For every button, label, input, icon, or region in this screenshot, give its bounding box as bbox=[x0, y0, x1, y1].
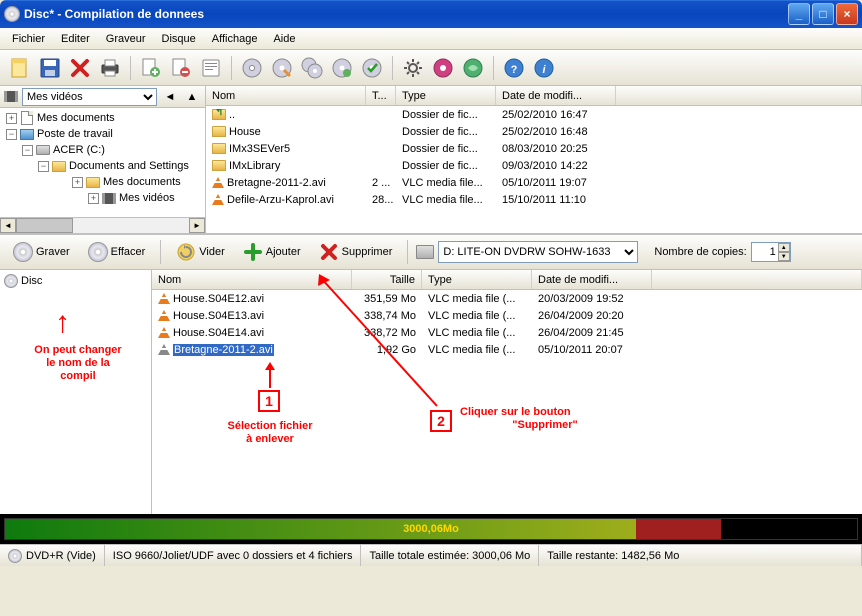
copies-label: Nombre de copies: bbox=[654, 246, 746, 258]
empty-button[interactable]: Vider bbox=[169, 238, 231, 266]
tree-node[interactable]: Poste de travail bbox=[37, 128, 113, 140]
tree-hscrollbar[interactable]: ◄► bbox=[0, 217, 205, 233]
about-button[interactable]: i bbox=[530, 54, 558, 82]
erase-compilation-button[interactable]: Effacer bbox=[81, 238, 153, 266]
copy-disc-button[interactable] bbox=[298, 54, 326, 82]
doc-remove-button[interactable] bbox=[167, 54, 195, 82]
remove-button[interactable]: Supprimer bbox=[312, 238, 400, 266]
properties-button[interactable] bbox=[197, 54, 225, 82]
menu-disc[interactable]: Disque bbox=[154, 31, 204, 47]
burn-compilation-button[interactable]: Graver bbox=[6, 238, 77, 266]
list-item[interactable]: House.S04E13.avi338,74 MoVLC media file … bbox=[152, 307, 862, 324]
disc-capacity-bar: 3000,06Mo bbox=[0, 514, 862, 544]
list-item[interactable]: House.S04E12.avi351,59 MoVLC media file … bbox=[152, 290, 862, 307]
disc-tree-pane[interactable]: Disc bbox=[0, 270, 152, 514]
tool2-button[interactable] bbox=[429, 54, 457, 82]
disc-root-node[interactable]: Disc bbox=[4, 274, 147, 288]
file-icon bbox=[158, 327, 170, 338]
save-button[interactable] bbox=[36, 54, 64, 82]
svg-text:?: ? bbox=[511, 64, 518, 76]
copies-spin-buttons[interactable]: ▲▼ bbox=[778, 243, 790, 261]
menu-edit[interactable]: Editer bbox=[53, 31, 98, 47]
list-item[interactable]: Bretagne-2011-2.avi1,92 GoVLC media file… bbox=[152, 341, 862, 358]
settings-button[interactable] bbox=[399, 54, 427, 82]
print-button[interactable] bbox=[96, 54, 124, 82]
drive-select[interactable]: D: LITE-ON DVDRW SOHW-1633 bbox=[438, 241, 638, 263]
app-icon bbox=[4, 6, 20, 22]
menu-file[interactable]: Fichier bbox=[4, 31, 53, 47]
file-icon bbox=[212, 126, 226, 137]
status-filesystem: ISO 9660/Joliet/UDF avec 0 dossiers et 4… bbox=[105, 545, 362, 566]
capacity-label: 3000,06Mo bbox=[403, 523, 459, 535]
status-total-size: Taille totale estimée: 3000,06 Mo bbox=[361, 545, 539, 566]
list-item[interactable]: Bretagne-2011-2.avi2 ...VLC media file..… bbox=[206, 174, 862, 191]
tree-node[interactable]: Mes documents bbox=[37, 112, 115, 124]
delete-button[interactable] bbox=[66, 54, 94, 82]
file-icon bbox=[158, 344, 170, 355]
erase-disc-button[interactable] bbox=[328, 54, 356, 82]
list-item[interactable]: IMxLibraryDossier de fic...09/03/2010 14… bbox=[206, 157, 862, 174]
col-size[interactable]: Taille bbox=[352, 270, 422, 289]
burn-iso-button[interactable] bbox=[268, 54, 296, 82]
file-icon bbox=[158, 293, 170, 304]
tool3-button[interactable] bbox=[459, 54, 487, 82]
minimize-button[interactable]: _ bbox=[788, 3, 810, 25]
list-item[interactable]: House.S04E14.avi338,72 MoVLC media file … bbox=[152, 324, 862, 341]
maximize-button[interactable]: □ bbox=[812, 3, 834, 25]
location-combo[interactable]: Mes vidéos bbox=[22, 88, 157, 106]
file-icon bbox=[212, 160, 226, 171]
status-bar: DVD+R (Vide) ISO 9660/Joliet/UDF avec 0 … bbox=[0, 544, 862, 566]
col-name[interactable]: Nom bbox=[152, 270, 352, 289]
tree-node[interactable]: Mes vidéos bbox=[119, 192, 175, 204]
compilation-list-pane: Nom Taille Type Date de modifi... House.… bbox=[152, 270, 862, 514]
tree-node[interactable]: ACER (C:) bbox=[53, 144, 105, 156]
file-icon bbox=[212, 177, 224, 188]
nav-up-button[interactable]: ▲ bbox=[183, 88, 201, 106]
main-toolbar: ? i bbox=[0, 50, 862, 86]
folder-tree-pane: Mes vidéos ◄ ▲ +Mes documents −Poste de … bbox=[0, 86, 206, 233]
list-item[interactable]: IMx3SEVer5Dossier de fic...08/03/2010 20… bbox=[206, 140, 862, 157]
close-button[interactable]: × bbox=[836, 3, 858, 25]
menu-view[interactable]: Affichage bbox=[204, 31, 266, 47]
list-item[interactable]: ..Dossier de fic...25/02/2010 16:47 bbox=[206, 106, 862, 123]
file-icon bbox=[212, 143, 226, 154]
file-list-pane: Nom T... Type Date de modifi... ..Dossie… bbox=[206, 86, 862, 233]
menu-recorder[interactable]: Graveur bbox=[98, 31, 154, 47]
status-disc-type: DVD+R (Vide) bbox=[0, 545, 105, 566]
folder-tree[interactable]: +Mes documents −Poste de travail −ACER (… bbox=[0, 108, 205, 217]
drive-icon bbox=[416, 245, 434, 259]
menu-help[interactable]: Aide bbox=[265, 31, 303, 47]
file-icon bbox=[212, 109, 226, 120]
menu-bar: Fichier Editer Graveur Disque Affichage … bbox=[0, 28, 862, 50]
file-list[interactable]: ..Dossier de fic...25/02/2010 16:47House… bbox=[206, 106, 862, 233]
list-item[interactable]: HouseDossier de fic...25/02/2010 16:48 bbox=[206, 123, 862, 140]
col-size[interactable]: T... bbox=[366, 86, 396, 105]
help-button[interactable]: ? bbox=[500, 54, 528, 82]
doc-add-button[interactable] bbox=[137, 54, 165, 82]
list-item[interactable]: Defile-Arzu-Kaprol.avi28...VLC media fil… bbox=[206, 191, 862, 208]
verify-disc-button[interactable] bbox=[358, 54, 386, 82]
window-titlebar: Disc* - Compilation de donnees _ □ × bbox=[0, 0, 862, 28]
disc-root-label[interactable]: Disc bbox=[21, 275, 42, 287]
capacity-bar: 3000,06Mo bbox=[4, 518, 858, 540]
new-button[interactable] bbox=[6, 54, 34, 82]
col-date[interactable]: Date de modifi... bbox=[532, 270, 652, 289]
col-date[interactable]: Date de modifi... bbox=[496, 86, 616, 105]
window-title: Disc* - Compilation de donnees bbox=[24, 7, 786, 21]
nav-back-button[interactable]: ◄ bbox=[161, 88, 179, 106]
status-remaining: Taille restante: 1482,56 Mo bbox=[539, 545, 862, 566]
tree-node[interactable]: Mes documents bbox=[103, 176, 181, 188]
video-folder-icon bbox=[4, 91, 18, 102]
compilation-file-list[interactable]: House.S04E12.avi351,59 MoVLC media file … bbox=[152, 290, 862, 514]
burn-button[interactable] bbox=[238, 54, 266, 82]
file-icon bbox=[212, 194, 224, 205]
col-type[interactable]: Type bbox=[396, 86, 496, 105]
tree-node[interactable]: Documents and Settings bbox=[69, 160, 189, 172]
compilation-toolbar: Graver Effacer Vider Ajouter Supprimer D… bbox=[0, 234, 862, 270]
col-type[interactable]: Type bbox=[422, 270, 532, 289]
col-name[interactable]: Nom bbox=[206, 86, 366, 105]
add-button[interactable]: Ajouter bbox=[236, 238, 308, 266]
file-icon bbox=[158, 310, 170, 321]
